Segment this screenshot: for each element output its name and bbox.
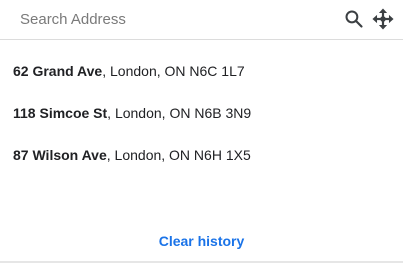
- history-item[interactable]: 87 Wilson Ave, London, ON N6H 1X5: [0, 136, 403, 178]
- history-item[interactable]: 62 Grand Ave, London, ON N6C 1L7: [0, 52, 403, 94]
- history-item-street: 87 Wilson Ave: [13, 147, 107, 163]
- history-item-locality: , London, ON N6B 3N9: [107, 105, 252, 121]
- history-list: 62 Grand Ave, London, ON N6C 1L7 118 Sim…: [0, 52, 403, 178]
- history-item-street: 62 Grand Ave: [13, 63, 103, 79]
- history-item-locality: , London, ON N6C 1L7: [102, 63, 245, 79]
- search-input[interactable]: [12, 6, 332, 32]
- search-icon[interactable]: [343, 8, 365, 30]
- history-item-locality: , London, ON N6H 1X5: [106, 147, 251, 163]
- move-arrows-icon[interactable]: [372, 8, 394, 30]
- history-item[interactable]: 118 Simcoe St, London, ON N6B 3N9: [0, 94, 403, 136]
- history-item-street: 118 Simcoe St: [13, 105, 108, 121]
- clear-history-link[interactable]: Clear history: [159, 233, 245, 249]
- clear-history-row: Clear history: [0, 233, 403, 249]
- search-bar: [0, 0, 403, 40]
- search-history-panel: 62 Grand Ave, London, ON N6C 1L7 118 Sim…: [0, 0, 403, 263]
